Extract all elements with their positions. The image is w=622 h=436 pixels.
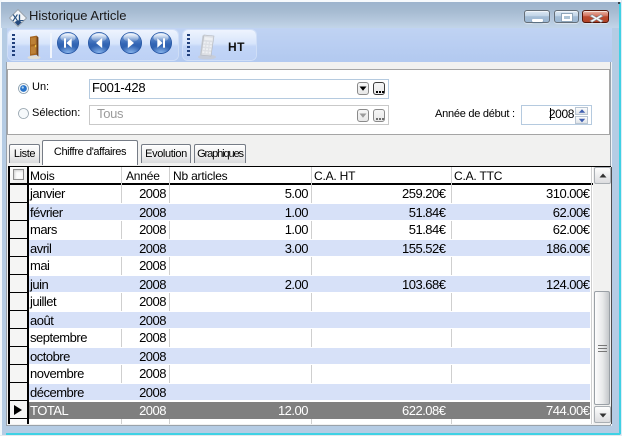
svg-text:XL: XL <box>12 12 24 22</box>
